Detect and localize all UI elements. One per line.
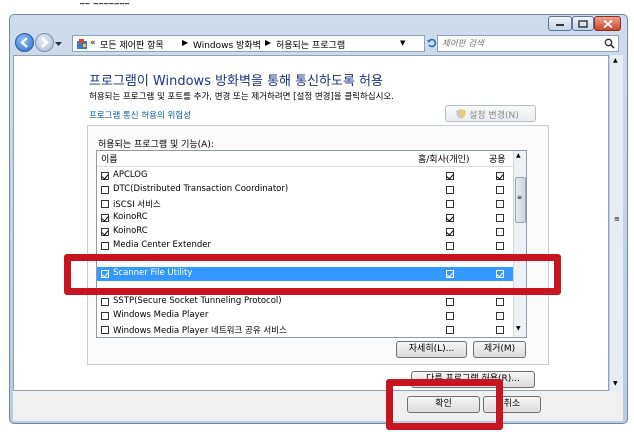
- home-network-checkbox[interactable]: [446, 200, 454, 208]
- enable-checkbox[interactable]: [101, 172, 109, 180]
- page-title: 프로그램이 Windows 방화벽을 통해 통신하도록 허용: [89, 74, 383, 89]
- breadcrumb-separator-icon[interactable]: ▶: [265, 38, 271, 47]
- refresh-button[interactable]: [427, 36, 437, 51]
- public-network-checkbox[interactable]: [496, 312, 504, 320]
- back-button[interactable]: [15, 33, 34, 52]
- program-name: Media Center Extender: [113, 240, 212, 250]
- enable-checkbox[interactable]: [101, 228, 109, 236]
- breadcrumb-firewall[interactable]: Windows 방화벽: [193, 38, 261, 51]
- program-name: SSTP(Secure Socket Tunneling Protocol): [113, 296, 282, 306]
- public-network-checkbox[interactable]: [496, 186, 504, 194]
- breadcrumb-separator-icon[interactable]: ▶: [182, 38, 188, 47]
- refresh-icon: [427, 38, 437, 48]
- program-name: DTC(Distributed Transaction Coordinator): [113, 184, 289, 194]
- forward-arrow-icon: [41, 37, 49, 48]
- home-network-checkbox[interactable]: [446, 326, 454, 334]
- enable-checkbox[interactable]: [101, 186, 109, 194]
- change-settings-button[interactable]: 설정 변경(N): [445, 105, 536, 122]
- column-header-public[interactable]: 공용: [489, 152, 506, 166]
- enable-checkbox[interactable]: [101, 214, 109, 222]
- home-network-checkbox[interactable]: [446, 298, 454, 306]
- home-network-checkbox[interactable]: [446, 186, 454, 194]
- home-network-checkbox[interactable]: [446, 242, 454, 250]
- home-network-checkbox[interactable]: [446, 228, 454, 236]
- column-header-home[interactable]: 홈/회사(개인): [418, 152, 469, 166]
- program-name: Windows Media Player: [113, 310, 209, 320]
- enable-checkbox[interactable]: [101, 326, 109, 334]
- maximize-icon: [578, 19, 588, 28]
- list-row[interactable]: DTC(Distributed Transaction Coordinator): [97, 183, 513, 197]
- window-top-edge: ━━ ━━━━━━━: [80, 0, 131, 8]
- scroll-down-icon[interactable]: ▼: [613, 380, 618, 387]
- content-scrollbar[interactable]: ▲ ≡ ▼: [609, 55, 623, 391]
- program-name: Windows Media Player 네트워크 공유 서비스: [113, 326, 287, 336]
- highlight-frame-ok-button: [386, 379, 503, 430]
- list-row[interactable]: Windows Media Player: [97, 309, 513, 323]
- enable-checkbox[interactable]: [101, 200, 109, 208]
- program-name: iSCSI 서비스: [113, 200, 161, 210]
- public-network-checkbox[interactable]: [496, 214, 504, 222]
- address-bar[interactable]: « 모든 제어판 항목 ▶ Windows 방화벽 ▶ 허용되는 프로그램 ▼: [72, 35, 425, 52]
- scroll-grip-icon[interactable]: ≡: [614, 215, 620, 223]
- maximize-button[interactable]: [572, 16, 594, 31]
- list-scroll-up-icon[interactable]: ▲: [516, 152, 521, 159]
- public-network-checkbox[interactable]: [496, 228, 504, 236]
- public-network-checkbox[interactable]: [496, 242, 504, 250]
- minimize-icon: [556, 23, 564, 26]
- chevron-down-icon: [55, 42, 62, 46]
- home-network-checkbox[interactable]: [446, 172, 454, 180]
- list-scrollbar[interactable]: ▲ ≡ ▼: [513, 151, 526, 337]
- public-network-checkbox[interactable]: [496, 326, 504, 334]
- list-scroll-down-icon[interactable]: ▼: [516, 325, 521, 332]
- list-row[interactable]: SSTP(Secure Socket Tunneling Protocol): [97, 295, 513, 309]
- breadcrumb-control-panel[interactable]: 모든 제어판 항목: [100, 38, 164, 51]
- public-network-checkbox[interactable]: [496, 298, 504, 306]
- page-description: 허용되는 프로그램 및 포트를 추가, 변경 또는 제거하려면 [설정 변경]을…: [89, 92, 394, 102]
- details-button[interactable]: 자세히(L)...: [396, 341, 467, 358]
- home-network-checkbox[interactable]: [446, 214, 454, 222]
- breadcrumb-overflow[interactable]: «: [90, 38, 96, 48]
- enable-checkbox[interactable]: [101, 298, 109, 306]
- close-button[interactable]: [594, 16, 621, 31]
- public-network-checkbox[interactable]: [496, 172, 504, 180]
- program-name: KoinoRC: [113, 226, 148, 236]
- list-scroll-grip-icon: ≡: [517, 194, 523, 201]
- highlight-frame-selected-row: [64, 254, 561, 295]
- address-dropdown-icon[interactable]: ▼: [400, 39, 405, 47]
- list-row[interactable]: iSCSI 서비스: [97, 197, 513, 211]
- allowed-programs-label: 허용되는 프로그램 및 기능(A):: [98, 140, 214, 150]
- search-input[interactable]: [440, 37, 599, 51]
- list-row[interactable]: APCLOG: [97, 169, 513, 183]
- list-scroll-thumb[interactable]: ≡: [515, 177, 526, 223]
- program-name: APCLOG: [113, 170, 148, 180]
- search-box[interactable]: [437, 35, 619, 52]
- minimize-button[interactable]: [548, 16, 572, 31]
- back-arrow-icon: [20, 37, 28, 48]
- search-icon[interactable]: [604, 38, 615, 49]
- column-header-name[interactable]: 이름: [101, 152, 118, 166]
- list-row[interactable]: Media Center Extender: [97, 239, 513, 253]
- change-settings-label: 설정 변경(N): [469, 111, 519, 121]
- program-name: KoinoRC: [113, 212, 148, 222]
- list-row[interactable]: Windows Media Player 네트워크 공유 서비스: [97, 323, 513, 337]
- recent-pages-dropdown[interactable]: [55, 40, 62, 50]
- list-header-divider: [97, 166, 513, 167]
- enable-checkbox[interactable]: [101, 312, 109, 320]
- enable-checkbox[interactable]: [101, 242, 109, 250]
- risk-help-link[interactable]: 프로그램 통신 허용의 위험성: [89, 109, 191, 121]
- scroll-up-icon[interactable]: ▲: [613, 57, 618, 64]
- close-icon: [602, 19, 613, 28]
- shield-icon: [456, 109, 466, 119]
- forward-button[interactable]: [35, 33, 54, 52]
- breadcrumb-allowed-programs[interactable]: 허용되는 프로그램: [276, 38, 345, 51]
- control-panel-icon: [77, 39, 87, 49]
- public-network-checkbox[interactable]: [496, 200, 504, 208]
- list-row[interactable]: KoinoRC: [97, 225, 513, 239]
- home-network-checkbox[interactable]: [446, 312, 454, 320]
- remove-button[interactable]: 제거(M): [473, 341, 526, 358]
- list-row[interactable]: KoinoRC: [97, 211, 513, 225]
